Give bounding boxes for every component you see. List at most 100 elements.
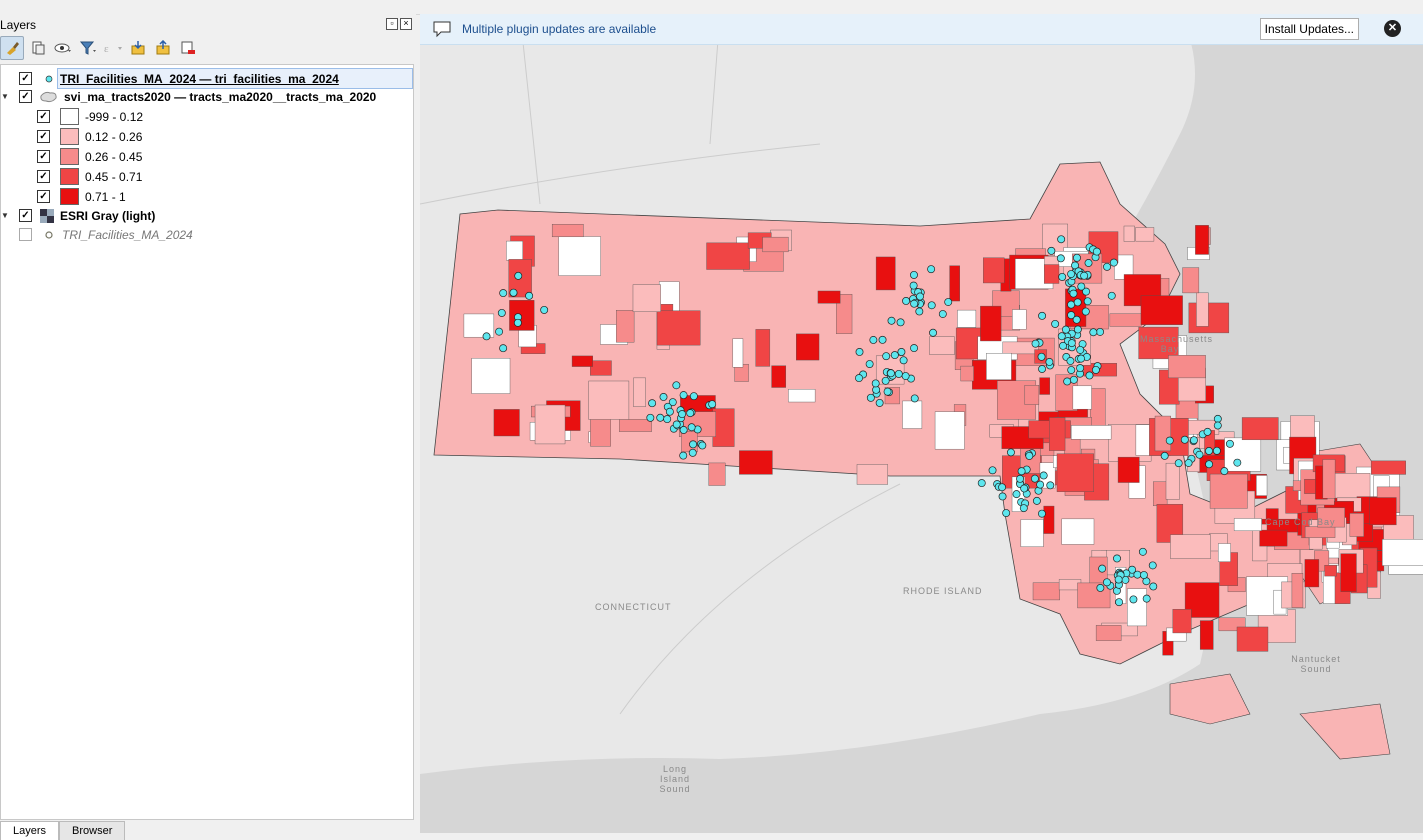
- tri-facility-point: [495, 327, 504, 336]
- tri-facility-point: [1115, 598, 1124, 607]
- tri-facility-point: [1016, 474, 1025, 483]
- legend-label: 0.12 - 0.26: [85, 129, 143, 144]
- tab-layers[interactable]: Layers: [0, 821, 60, 840]
- tri-facility-point: [881, 376, 890, 385]
- tri-facility-point: [1073, 253, 1081, 262]
- collapse-arrow-icon[interactable]: ▼: [1, 92, 9, 101]
- legend-checkbox[interactable]: ✓: [37, 150, 50, 163]
- point-symbol-icon: [45, 75, 53, 82]
- tri-facility-point: [497, 308, 506, 317]
- tri-facility-point: [1030, 474, 1039, 483]
- tri-facility-point: [1036, 480, 1045, 489]
- tri-facility-point: [1025, 451, 1034, 460]
- expand-all-button[interactable]: [127, 37, 149, 59]
- tri-facility-point: [1091, 365, 1100, 374]
- legend-swatch: [60, 188, 79, 205]
- tract-patch: [590, 360, 612, 376]
- tract-patch: [1256, 475, 1268, 496]
- tri-facility-point: [1067, 311, 1076, 320]
- filter-expression-button[interactable]: ε: [102, 37, 124, 59]
- tract-patch: [1070, 425, 1112, 440]
- tract-patch: [957, 309, 977, 328]
- tri-facility-point: [1098, 564, 1107, 573]
- close-icon[interactable]: ✕: [1384, 20, 1401, 37]
- label-rhode-island: RHODE ISLAND: [903, 586, 983, 596]
- tri-facility-point: [1195, 450, 1204, 459]
- layer-row-basemap[interactable]: ▼ ✓ ESRI Gray (light): [1, 206, 155, 225]
- legend-item[interactable]: ✓ 0.45 - 0.71: [37, 167, 142, 186]
- layers-panel: Layers ▫ × ε TRI_Facilities_MA_2024 — tr…: [0, 14, 416, 840]
- tract-patch: [1291, 573, 1304, 608]
- tri-facility-point: [1077, 354, 1086, 363]
- style-manager-button[interactable]: [0, 36, 24, 60]
- layer-checkbox-tri[interactable]: ✓: [19, 72, 32, 85]
- label-massachusetts-bay: Massachusetts Bay: [1140, 334, 1214, 354]
- remove-layer-button[interactable]: [177, 37, 199, 59]
- layer-row-svi[interactable]: ▼ ✓ svi_ma_tracts2020 — tracts_ma2020__t…: [1, 87, 376, 106]
- tract-patch: [1165, 462, 1180, 500]
- tract-patch: [986, 353, 1012, 380]
- tri-facility-point: [897, 348, 906, 356]
- tract-patch: [551, 224, 584, 238]
- layer-label-tri: TRI_Facilities_MA_2024 — tri_facilities_…: [60, 71, 339, 86]
- tab-browser[interactable]: Browser: [59, 821, 126, 840]
- legend-checkbox[interactable]: ✓: [37, 170, 50, 183]
- legend-checkbox[interactable]: ✓: [37, 110, 50, 123]
- tri-facility-point: [1019, 504, 1028, 513]
- tract-patch: [875, 256, 896, 291]
- tract-patch: [1154, 415, 1171, 452]
- tri-facility-point: [1089, 328, 1098, 337]
- layer-label-basemap: ESRI Gray (light): [60, 208, 156, 223]
- tri-facility-point: [910, 344, 919, 353]
- tri-facility-point: [646, 413, 655, 422]
- tract-patch: [1182, 267, 1200, 294]
- tri-facility-point: [1107, 291, 1116, 300]
- tri-facility-point: [679, 426, 688, 434]
- tri-facility-point: [909, 281, 918, 290]
- tri-facility-point: [927, 301, 936, 310]
- install-updates-button[interactable]: Install Updates...: [1259, 18, 1359, 40]
- tri-facility-point: [896, 318, 905, 327]
- tri-facility-point: [1148, 561, 1157, 570]
- map-canvas[interactable]: Massachusetts Bay Cape Cod Bay Nantucket…: [420, 14, 1423, 833]
- float-panel-icon[interactable]: ▫: [386, 18, 398, 30]
- tri-facility-point: [886, 369, 895, 378]
- layer-checkbox-tri-off[interactable]: [19, 228, 32, 241]
- filter-icon: [79, 41, 96, 55]
- tri-facility-point: [1085, 371, 1094, 380]
- legend-item[interactable]: ✓ 0.26 - 0.45: [37, 147, 142, 166]
- tract-patch: [1340, 553, 1357, 592]
- legend-checkbox[interactable]: ✓: [37, 190, 50, 203]
- tri-facility-point: [899, 356, 908, 365]
- tri-facility-point: [1212, 446, 1221, 455]
- legend-checkbox[interactable]: ✓: [37, 130, 50, 143]
- legend-item[interactable]: ✓ 0.71 - 1: [37, 187, 126, 206]
- add-group-button[interactable]: [27, 37, 49, 59]
- layer-checkbox-basemap[interactable]: ✓: [19, 209, 32, 222]
- close-panel-icon[interactable]: ×: [400, 18, 412, 30]
- tract-patch: [1168, 355, 1206, 379]
- tract-patch: [534, 404, 566, 445]
- tri-facility-point: [1039, 471, 1048, 480]
- layer-row-tri-selected[interactable]: TRI_Facilities_MA_2024 — tri_facilities_…: [57, 68, 413, 89]
- layer-row-tri-off[interactable]: TRI_Facilities_MA_2024: [19, 225, 193, 244]
- collapse-arrow-icon[interactable]: ▼: [1, 211, 9, 220]
- legend-item[interactable]: ✓ 0.12 - 0.26: [37, 127, 142, 146]
- tri-facility-point: [938, 310, 947, 318]
- tract-patch: [1135, 227, 1155, 242]
- tri-facility-point: [1096, 327, 1105, 336]
- message-bubble-icon: [433, 21, 451, 38]
- layer-checkbox-svi[interactable]: ✓: [19, 90, 32, 103]
- tract-patch: [817, 290, 841, 304]
- collapse-all-button[interactable]: [152, 37, 174, 59]
- tri-facility-point: [1066, 357, 1075, 365]
- tri-facility-point: [1067, 270, 1076, 279]
- manage-visibility-button[interactable]: [52, 37, 74, 59]
- tract-patch: [656, 310, 701, 346]
- tri-facility-point: [1067, 339, 1076, 348]
- tract-patch: [796, 333, 820, 361]
- tract-patch: [588, 380, 630, 420]
- legend-item[interactable]: ✓ -999 - 0.12: [37, 107, 143, 126]
- filter-legend-button[interactable]: [77, 37, 99, 59]
- tract-patch: [1056, 453, 1094, 492]
